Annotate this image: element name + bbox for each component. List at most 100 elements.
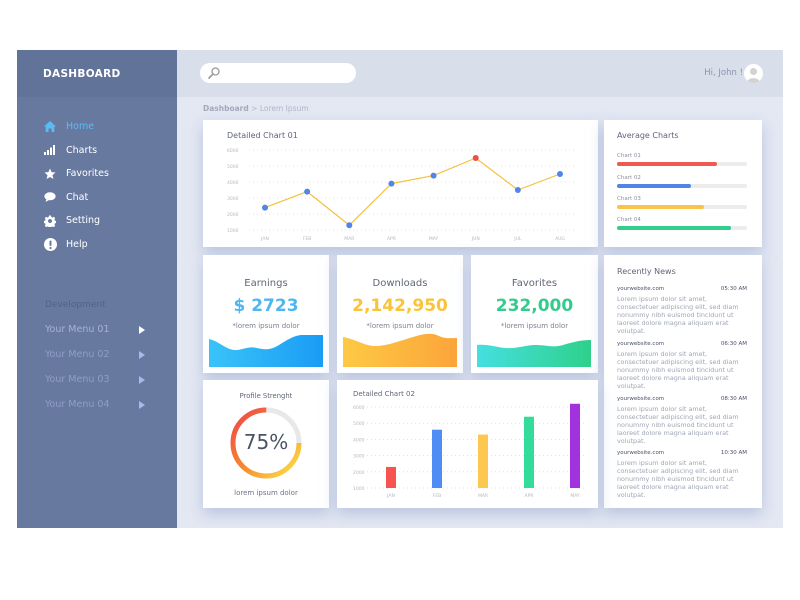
star-icon [43, 168, 57, 180]
data-point[interactable] [557, 171, 563, 177]
downloads-wave-graph [343, 333, 457, 367]
news-source[interactable]: yourwebsite.com [617, 450, 664, 456]
chat-bubble-icon [43, 191, 57, 203]
breadcrumb-current: Lorem Ipsum [259, 104, 309, 113]
sidebar-item-help[interactable]: Help [17, 233, 177, 257]
news-item[interactable]: yourwebsite.com 05:30 AM Lorem ipsum dolo… [617, 286, 747, 335]
sidebar-menu-03[interactable]: Your Menu 03 [45, 374, 145, 385]
gear-icon [43, 215, 57, 227]
sidebar-item-label: Help [66, 238, 88, 250]
bar[interactable] [478, 434, 488, 488]
search-box[interactable] [200, 63, 356, 83]
sidebar-item-home[interactable]: Home [17, 115, 177, 139]
bar[interactable] [432, 429, 442, 488]
x-tick-label: APR [387, 236, 396, 242]
sidebar-item-charts[interactable]: Charts [17, 139, 177, 163]
news-source[interactable]: yourwebsite.com [617, 341, 664, 347]
sidebar-menu-04[interactable]: Your Menu 04 [45, 399, 145, 410]
sidebar-item-favorites[interactable]: Favorites [17, 162, 177, 186]
news-time: 08:30 AM [720, 396, 747, 402]
y-tick-label: 1000 [353, 486, 365, 492]
news-body: Lorem ipsum dolor sit amet, consectetuer… [617, 405, 739, 446]
data-point[interactable] [430, 172, 437, 179]
detailed-chart-02-card: Detailed Chart 02 1000 2000 3000 4000 5000 60… [337, 380, 598, 508]
data-point[interactable] [304, 188, 311, 195]
progress-track [617, 162, 747, 166]
line-chart: 1000 2000 3000 4000 5000 6000 JAN FEB MAR APR MAY J… [227, 148, 575, 242]
favorites-wave-graph [477, 340, 591, 367]
card-title: Average Charts [617, 131, 679, 140]
profile-caption: lorem ipsum dolor [234, 489, 298, 497]
kpi-caption: *lorem ipsum dolor [232, 322, 300, 330]
kpi-title: Downloads [372, 278, 428, 289]
profile-percent: 75% [243, 430, 289, 454]
news-time: 10:30 AM [720, 450, 747, 456]
bar-chart-icon [43, 144, 57, 156]
kpi-title: Earnings [244, 278, 288, 289]
detailed-chart-01-card: Detailed Chart 01 1000 2000 3000 4000 5000 60… [203, 120, 598, 247]
sidebar-item-chat[interactable]: Chat [17, 186, 177, 210]
kpi-caption: *lorem ipsum dolor [366, 322, 434, 330]
sidebar-item-setting[interactable]: Setting [17, 209, 177, 233]
top-bar: Hi, John ! [177, 50, 783, 97]
news-body: Lorem ipsum dolor sit amet, consectetuer… [617, 350, 739, 391]
search-icon [208, 64, 220, 83]
sidebar-menu-02[interactable]: Your Menu 02 [45, 349, 145, 360]
dashboard-window: DASHBOARD Home Charts Favorites Chat Set… [17, 50, 783, 528]
progress-track [617, 205, 747, 209]
average-chart-01: Chart 01 [617, 153, 747, 166]
search-input[interactable] [224, 68, 356, 78]
news-item[interactable]: yourwebsite.com 08:30 AM Lorem ipsum dolo… [617, 396, 747, 445]
avatar[interactable] [744, 64, 763, 83]
data-point[interactable] [472, 155, 479, 161]
x-tick-label: JUN [471, 236, 480, 242]
news-item[interactable]: yourwebsite.com 06:30 AM Lorem ipsum dolo… [617, 341, 747, 390]
progress-track [617, 184, 747, 188]
x-tick-label: JAN [260, 236, 269, 242]
y-tick-label: 2000 [227, 212, 239, 218]
bar[interactable] [524, 416, 534, 488]
data-point[interactable] [262, 204, 268, 211]
bar[interactable] [570, 403, 580, 488]
y-tick-label: 3000 [227, 196, 239, 202]
sidebar-item-label: Charts [66, 144, 98, 156]
x-tick-label: FEB [303, 236, 312, 242]
y-tick-label: 2000 [353, 470, 365, 476]
play-arrow-icon [139, 325, 145, 334]
data-point[interactable] [346, 222, 353, 229]
user-icon [747, 68, 760, 83]
bar[interactable] [386, 466, 396, 488]
y-tick-label: 4000 [227, 180, 239, 186]
play-arrow-icon [139, 400, 145, 409]
news-item[interactable]: yourwebsite.com 10:30 AM Lorem ipsum dolo… [617, 450, 747, 499]
sidebar-item-label: Favorites [66, 168, 109, 180]
news-source[interactable]: yourwebsite.com [617, 396, 664, 402]
news-source[interactable]: yourwebsite.com [617, 286, 664, 292]
earnings-wave-graph [209, 335, 323, 367]
kpi-caption: *lorem ipsum dolor [500, 322, 569, 330]
sidebar-item-label: Setting [66, 215, 101, 227]
average-chart-04: Chart 04 [617, 217, 747, 230]
recent-news-card: Recently News yourwebsite.com 05:30 AM Lo… [604, 255, 762, 508]
x-tick-label: FEB [433, 493, 442, 499]
news-body: Lorem ipsum dolor sit amet, consectetuer… [617, 295, 739, 336]
data-point[interactable] [514, 187, 521, 193]
play-arrow-icon [139, 350, 145, 359]
progress-label: Chart 04 [617, 217, 641, 223]
sidebar-menu-01[interactable]: Your Menu 01 [45, 324, 145, 335]
progress-label: Chart 01 [617, 153, 641, 159]
data-point[interactable] [388, 180, 395, 187]
news-time: 06:30 AM [720, 341, 747, 347]
kpi-value: 2,142,950 [352, 296, 448, 316]
progress-label: Chart 02 [617, 175, 641, 181]
user-greeting: Hi, John ! [704, 68, 743, 78]
progress-fill [617, 162, 718, 166]
breadcrumb-separator: > [251, 104, 258, 113]
favorites-card: Favorites 232,000 *lorem ipsum dolor [471, 255, 598, 373]
menu-label: Your Menu 04 [45, 399, 110, 410]
news-body: Lorem ipsum dolor sit amet, consectetuer… [617, 459, 739, 500]
x-tick-label: JAN [386, 493, 395, 499]
downloads-card: Downloads 2,142,950 *lorem ipsum dolor [337, 255, 463, 373]
breadcrumb-root[interactable]: Dashboard [203, 104, 249, 113]
sidebar-nav: Home Charts Favorites Chat Setting Help [17, 115, 177, 256]
